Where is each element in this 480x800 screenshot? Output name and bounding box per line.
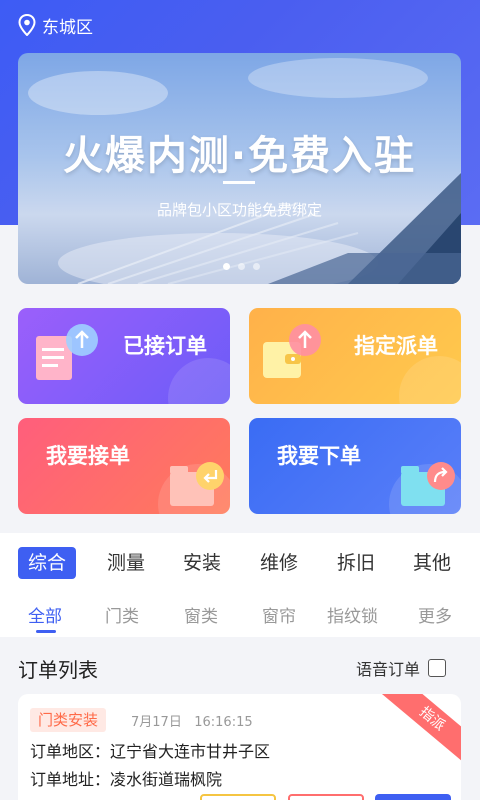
card-decoration (168, 358, 230, 404)
tab-install[interactable]: 安装 (173, 547, 231, 579)
location-selector[interactable]: 东城区 (18, 12, 93, 38)
promo-banner[interactable]: 火爆内测·免费入驻 品牌包小区功能免费绑定 (18, 53, 461, 284)
order-type-tag: 门类安装 (30, 708, 107, 732)
clipboard-upload-icon (36, 324, 98, 380)
order-address-value: 凌水街道瑞枫院 (110, 770, 223, 789)
folder-share-icon (401, 462, 455, 506)
tab-measure[interactable]: 测量 (97, 547, 155, 579)
subtab-curtains[interactable]: 窗帘 (262, 602, 296, 627)
voice-order-checkbox[interactable] (428, 659, 447, 677)
banner-divider (223, 181, 255, 184)
voice-order-label: 语音订单 (356, 660, 421, 679)
order-list-title: 订单列表 (18, 658, 98, 682)
subtab-fingerprint-lock[interactable]: 指纹锁 (327, 602, 378, 627)
received-orders-label: 已接订单 (123, 334, 207, 358)
order-action-button[interactable] (200, 794, 276, 800)
tab-repair[interactable]: 维修 (250, 547, 308, 579)
tab-demolish[interactable]: 拆旧 (327, 547, 385, 579)
take-order-card[interactable]: 我要接单 (18, 418, 230, 514)
assign-order-label: 指定派单 (354, 334, 438, 358)
order-area-row: 订单地区：辽宁省大连市甘井子区 (30, 738, 270, 762)
order-area-label: 订单地区： (30, 742, 111, 761)
tab-other[interactable]: 其他 (403, 547, 461, 579)
assigned-ribbon: 指派 (381, 694, 461, 765)
subtab-doors[interactable]: 门类 (105, 602, 139, 627)
folder-return-icon (170, 462, 224, 506)
place-order-label: 我要下单 (277, 444, 361, 468)
order-address-row: 订单地址：凌水街道瑞枫院 (30, 766, 222, 790)
order-action-button[interactable] (375, 794, 451, 800)
subcategory-tabs: 全部 门类 窗类 窗帘 指纹锁 更多 (0, 591, 480, 637)
assign-order-card[interactable]: 指定派单 (249, 308, 461, 404)
order-card[interactable]: 门类安装 7月17日 16:16:15 指派 订单地区：辽宁省大连市甘井子区 订… (18, 694, 461, 800)
order-date: 7月17日 (131, 715, 182, 730)
subtab-windows[interactable]: 窗类 (184, 602, 218, 627)
tab-comprehensive[interactable]: 综合 (18, 547, 76, 579)
card-decoration (399, 356, 461, 404)
wallet-upload-icon (263, 324, 321, 378)
pagination-dot[interactable] (253, 263, 260, 270)
banner-subtitle: 品牌包小区功能免费绑定 (156, 201, 322, 219)
order-action-button[interactable] (288, 794, 364, 800)
location-pin-icon (18, 14, 36, 36)
voice-order-toggle[interactable]: 语音订单 (356, 656, 447, 680)
pagination-dot[interactable] (223, 263, 230, 270)
banner-pagination (223, 263, 260, 270)
subtab-all[interactable]: 全部 (28, 602, 62, 627)
take-order-label: 我要接单 (46, 444, 130, 468)
place-order-card[interactable]: 我要下单 (249, 418, 461, 514)
pagination-dot[interactable] (238, 263, 245, 270)
location-label: 东城区 (42, 17, 93, 38)
received-orders-card[interactable]: 已接订单 (18, 308, 230, 404)
order-timestamp: 7月17日 16:16:15 (131, 711, 253, 730)
order-time: 16:16:15 (194, 715, 253, 730)
subtab-more[interactable]: 更多 (418, 602, 452, 627)
order-address-label: 订单地址： (30, 770, 111, 789)
order-area-value: 辽宁省大连市甘井子区 (110, 742, 271, 761)
banner-title: 火爆内测·免费入驻 (62, 133, 417, 179)
category-tabs: 综合 测量 安装 维修 拆旧 其他 (0, 533, 480, 591)
active-tab-indicator (36, 630, 56, 633)
